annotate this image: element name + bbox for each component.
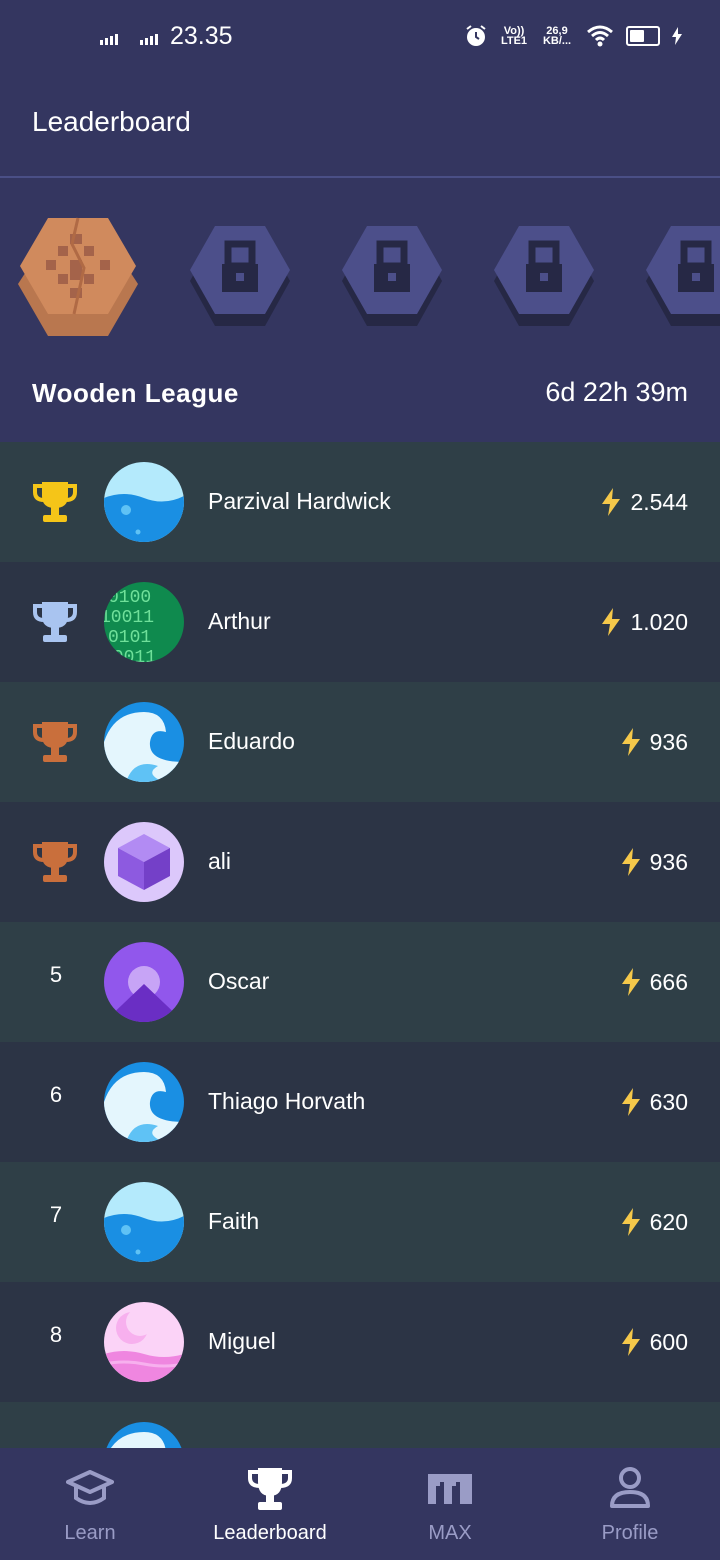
lightning-icon bbox=[602, 488, 621, 516]
leaderboard-row[interactable]: 6 Thiago Horvath 630 bbox=[0, 1042, 720, 1162]
user-name: Eduardo bbox=[208, 728, 295, 754]
lightning-icon bbox=[621, 1208, 640, 1236]
user-name: Parzival Hardwick bbox=[208, 488, 391, 514]
leaderboard-row[interactable]: Eduardo 936 bbox=[0, 682, 720, 802]
user-score: 630 bbox=[620, 1088, 688, 1116]
score-value: 936 bbox=[649, 728, 688, 755]
status-time: 23.35 bbox=[170, 22, 233, 50]
nav-max[interactable]: MAX bbox=[360, 1448, 540, 1560]
leaderboard-row[interactable]: Parzival Hardwick 2.544 bbox=[0, 442, 720, 562]
user-name: Thiago Horvath bbox=[208, 1088, 366, 1114]
rank-number: 6 bbox=[49, 1082, 63, 1107]
leaderboard-row[interactable]: ali 936 bbox=[0, 802, 720, 922]
user-name: Arthur bbox=[208, 608, 271, 634]
nav-profile[interactable]: Profile bbox=[540, 1448, 720, 1560]
score-value: 630 bbox=[649, 1088, 688, 1115]
nav-label: MAX bbox=[428, 1522, 472, 1544]
user-score: 936 bbox=[620, 848, 688, 876]
user-name: Faith bbox=[208, 1208, 260, 1234]
lightning-icon bbox=[602, 608, 621, 636]
league-section: Wooden League 6d 22h 39m bbox=[0, 178, 720, 442]
bottom-nav: Learn Leaderboard MAX Profile bbox=[0, 1448, 720, 1560]
user-name: Oscar bbox=[208, 968, 270, 994]
user-score: 600 bbox=[620, 1328, 688, 1356]
nav-label: Learn bbox=[64, 1522, 116, 1544]
rank-number: 8 bbox=[49, 1322, 63, 1347]
svg-text:0101: 0101 bbox=[108, 628, 151, 648]
score-value: 936 bbox=[649, 848, 688, 875]
lightning-icon bbox=[621, 728, 640, 756]
page-title: Leaderboard bbox=[32, 106, 191, 137]
lock-icon[interactable] bbox=[342, 218, 442, 328]
volte-icon: Vo)) LTE1 bbox=[500, 25, 528, 47]
rank-number: 7 bbox=[49, 1202, 63, 1227]
wave-avatar bbox=[104, 1062, 184, 1142]
battery-icon bbox=[626, 26, 660, 46]
lock-icon[interactable] bbox=[494, 218, 594, 328]
lock-icon[interactable] bbox=[646, 218, 720, 328]
user-score: 666 bbox=[620, 968, 688, 996]
lightning-icon bbox=[621, 848, 640, 876]
leaderboard-list[interactable]: Parzival Hardwick 2.544 0100 10011 0101 … bbox=[0, 442, 720, 1448]
wooden-league-badge[interactable] bbox=[18, 214, 138, 338]
wave-avatar bbox=[104, 702, 184, 782]
signal-icon bbox=[140, 34, 158, 45]
cube-avatar bbox=[104, 822, 184, 902]
lock-icon[interactable] bbox=[190, 218, 290, 328]
binary-avatar: 0100 10011 0101 10011 bbox=[104, 582, 184, 662]
svg-text:10011: 10011 bbox=[104, 648, 156, 662]
wifi-icon bbox=[587, 25, 613, 47]
moon-avatar bbox=[104, 1302, 184, 1382]
score-value: 620 bbox=[649, 1208, 688, 1235]
user-score: 2.544 bbox=[600, 488, 688, 516]
leaderboard-row[interactable] bbox=[0, 1402, 720, 1448]
nav-leaderboard[interactable]: Leaderboard bbox=[180, 1448, 360, 1560]
rank-number: 5 bbox=[49, 962, 63, 987]
user-score: 620 bbox=[620, 1208, 688, 1236]
league-name: Wooden League bbox=[32, 378, 239, 408]
lightning-icon bbox=[621, 968, 640, 996]
charging-icon bbox=[672, 27, 682, 45]
water-avatar bbox=[104, 462, 184, 542]
nav-label: Leaderboard bbox=[213, 1522, 327, 1544]
alarm-icon bbox=[466, 25, 486, 46]
leaderboard-row[interactable]: 5 Oscar 666 bbox=[0, 922, 720, 1042]
leaderboard-row[interactable]: 7 Faith 620 bbox=[0, 1162, 720, 1282]
graduation-cap-icon bbox=[66, 1470, 114, 1505]
water-avatar bbox=[104, 1182, 184, 1262]
app-bar: Leaderboard bbox=[0, 80, 720, 178]
max-logo-icon bbox=[428, 1474, 472, 1504]
league-timer: 6d 22h 39m bbox=[545, 377, 688, 407]
svg-text:10011: 10011 bbox=[104, 608, 154, 628]
user-name: ali bbox=[208, 848, 232, 874]
network-speed: 26,9 KB/... bbox=[542, 25, 572, 47]
user-name: Miguel bbox=[208, 1328, 276, 1354]
gold-trophy-icon bbox=[33, 482, 77, 522]
trophy-icon bbox=[248, 1468, 292, 1510]
leaderboard-row[interactable]: 0100 10011 0101 10011 Arthur 1.020 bbox=[0, 562, 720, 682]
mountain-avatar bbox=[104, 942, 184, 1022]
user-score: 936 bbox=[620, 728, 688, 756]
status-bar: 23.35 Vo)) LTE1 26,9 KB/... bbox=[0, 0, 720, 80]
score-value: 2.544 bbox=[630, 488, 688, 515]
score-value: 600 bbox=[649, 1328, 688, 1355]
lightning-icon bbox=[621, 1088, 640, 1116]
person-icon bbox=[610, 1467, 650, 1508]
user-score: 1.020 bbox=[600, 608, 688, 636]
bronze-trophy-icon bbox=[33, 722, 77, 762]
nav-label: Profile bbox=[601, 1522, 659, 1544]
signal-icon bbox=[100, 34, 118, 45]
lightning-icon bbox=[621, 1328, 640, 1356]
wave-avatar bbox=[104, 1422, 184, 1448]
score-value: 666 bbox=[649, 968, 688, 995]
nav-learn[interactable]: Learn bbox=[0, 1448, 180, 1560]
score-value: 1.020 bbox=[630, 608, 688, 635]
svg-text:0100: 0100 bbox=[108, 588, 151, 608]
bronze-trophy-icon bbox=[33, 842, 77, 882]
silver-trophy-icon bbox=[33, 602, 77, 642]
leaderboard-row[interactable]: 8 Miguel 600 bbox=[0, 1282, 720, 1402]
